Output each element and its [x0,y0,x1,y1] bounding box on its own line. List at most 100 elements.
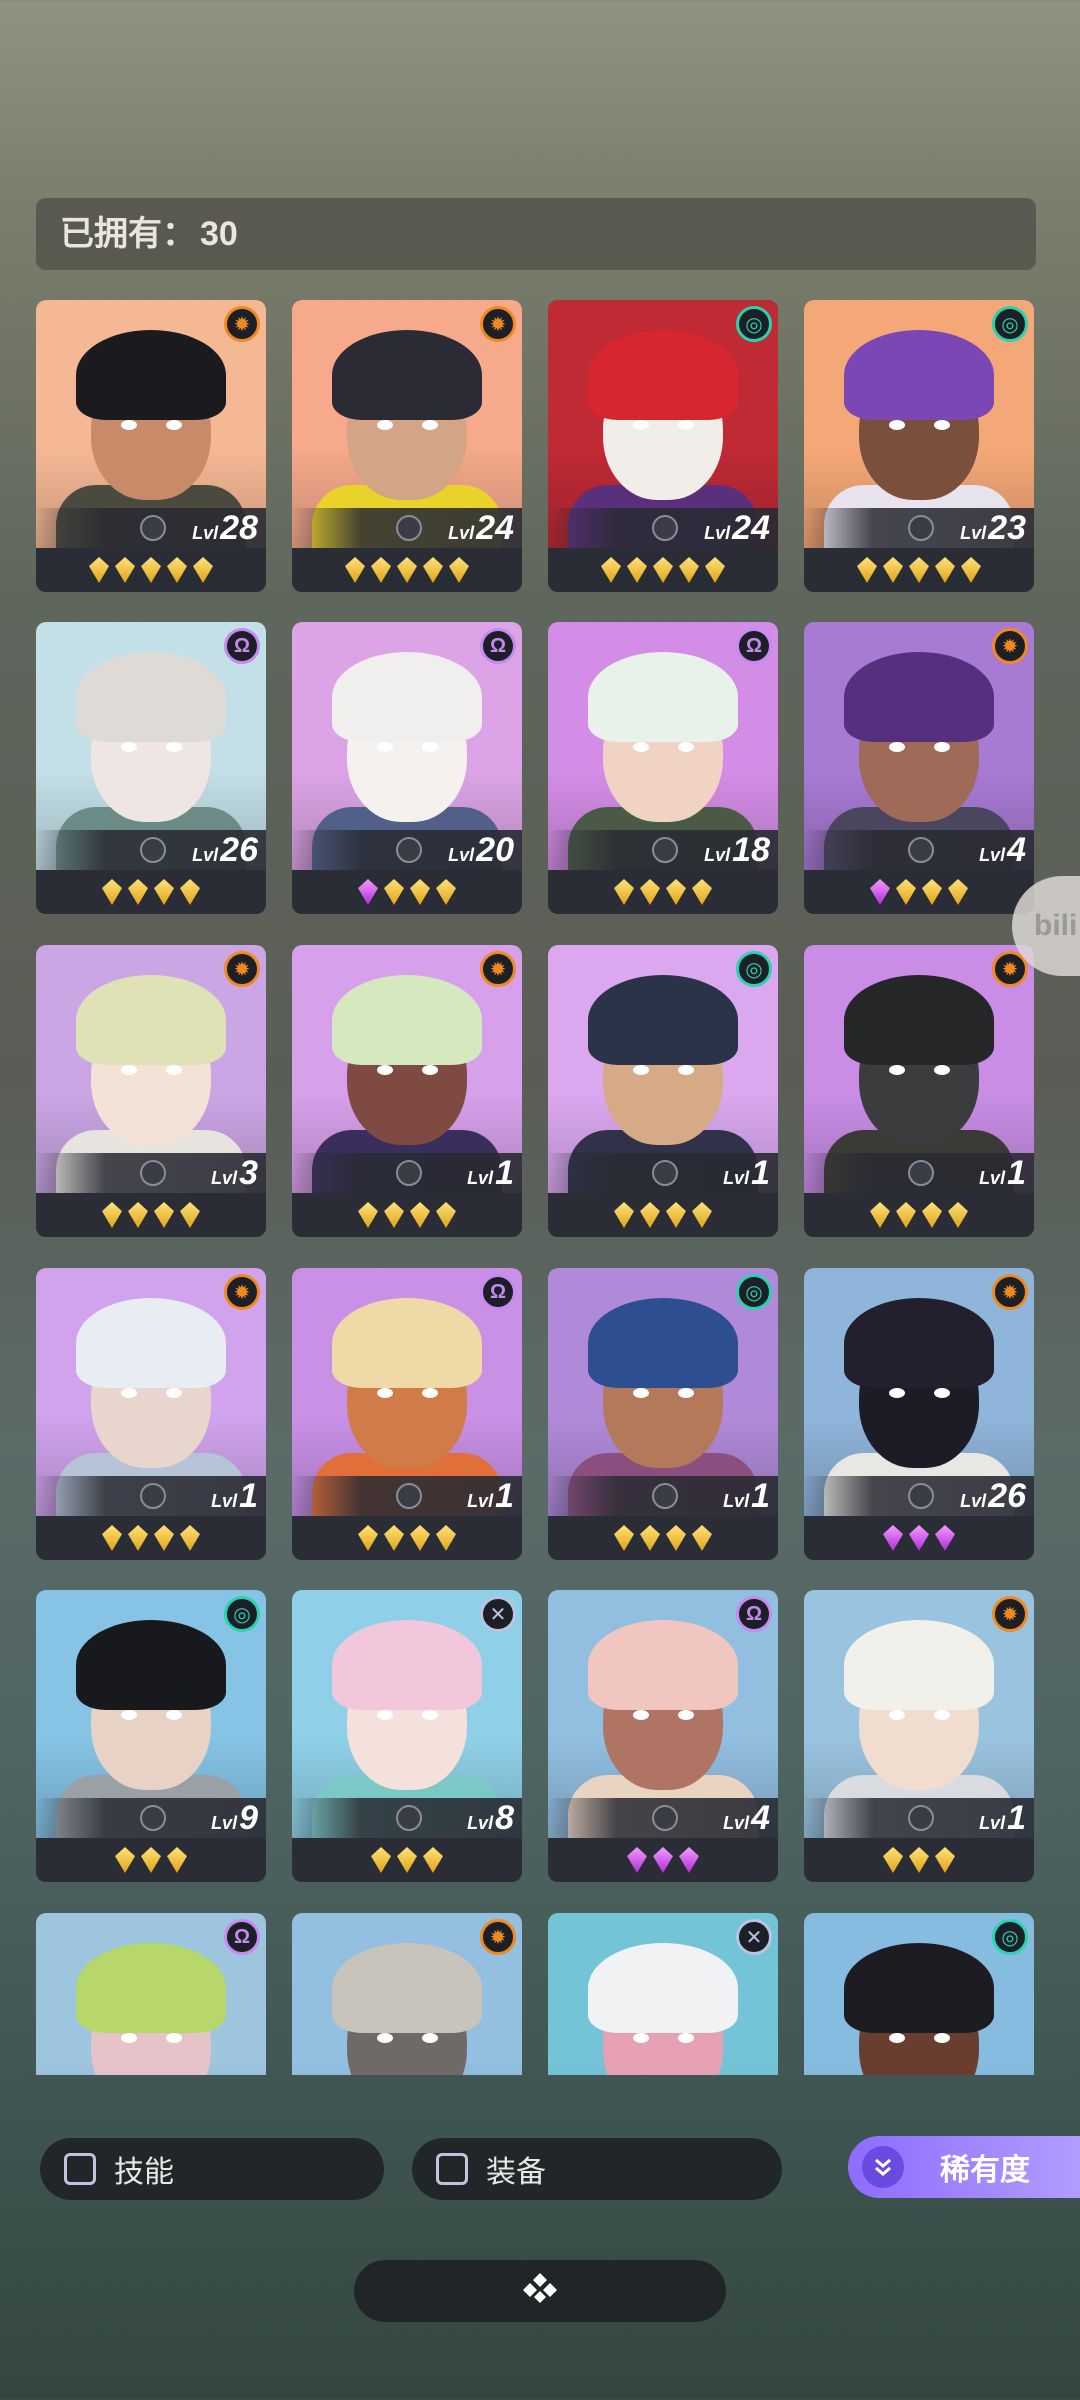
purple-star-gem-icon [358,879,378,905]
expand-button[interactable] [354,2260,726,2322]
gold-star-gem-icon [705,557,725,583]
hero-card[interactable]: ◎ [804,1913,1034,2075]
owned-count: 30 [200,215,238,253]
hero-card[interactable]: ✹ [292,1913,522,2075]
hero-level: Lvl1 [979,1154,1026,1192]
owned-count-bar: 已拥有： 30 [36,198,1036,270]
star-rating [292,1193,522,1237]
star-rating [36,870,266,914]
hero-card[interactable]: ◎ Lvl23 [804,300,1034,592]
star-rating [804,1193,1034,1237]
gold-star-gem-icon [128,879,148,905]
hero-card[interactable]: ✹ Lvl1 [804,1590,1034,1882]
sun-element-icon: ✹ [992,1274,1028,1310]
hero-card[interactable]: Ω Lvl20 [292,622,522,914]
hero-card[interactable]: Ω Lvl18 [548,622,778,914]
cross-element-icon: ✕ [736,1919,772,1955]
sun-element-icon: ✹ [992,1596,1028,1632]
gold-star-gem-icon [935,557,955,583]
purple-star-gem-icon [679,1847,699,1873]
star-rating [292,548,522,592]
hero-card[interactable]: ◎ Lvl1 [548,1268,778,1560]
gold-star-gem-icon [436,879,456,905]
level-progress-icon [908,515,934,541]
hero-level: Lvl1 [211,1477,258,1515]
hero-card[interactable]: Ω Lvl26 [36,622,266,914]
gold-star-gem-icon [180,1525,200,1551]
level-row: Lvl1 [548,1153,778,1193]
gold-star-gem-icon [627,557,647,583]
level-row: Lvl26 [804,1476,1034,1516]
hero-card[interactable]: ◎ Lvl9 [36,1590,266,1882]
hero-card[interactable]: ✹ Lvl1 [804,945,1034,1237]
star-rating [36,548,266,592]
gold-star-gem-icon [89,557,109,583]
hero-card[interactable]: Ω [36,1913,266,2075]
star-rating [548,1838,778,1882]
gold-star-gem-icon [857,557,877,583]
hero-card[interactable]: ✹ Lvl1 [292,945,522,1237]
hero-level: Lvl1 [467,1154,514,1192]
gold-star-gem-icon [883,1847,903,1873]
hero-level: Lvl1 [723,1154,770,1192]
rarity-sort-button[interactable]: 稀有度 [848,2136,1080,2198]
purple-star-gem-icon [883,1525,903,1551]
omega-element-icon: Ω [736,628,772,664]
chevron-double-down-icon [862,2146,904,2188]
hero-card[interactable]: ✹ Lvl4 [804,622,1034,914]
gold-star-gem-icon [154,1525,174,1551]
owned-label: 已拥有： [60,215,196,253]
omega-element-icon: Ω [480,628,516,664]
gold-star-gem-icon [141,557,161,583]
hero-card[interactable]: ✹ Lvl24 [292,300,522,592]
rarity-label: 稀有度 [940,2154,1030,2187]
gold-star-gem-icon [167,557,187,583]
hero-card[interactable]: Ω Lvl4 [548,1590,778,1882]
star-rating [292,1838,522,1882]
star-rating [548,1193,778,1237]
gold-star-gem-icon [102,1202,122,1228]
gold-star-gem-icon [640,1525,660,1551]
hero-card[interactable]: ◎ Lvl1 [548,945,778,1237]
diamond-cluster-icon [520,2271,560,2311]
hero-card[interactable]: ✹ Lvl3 [36,945,266,1237]
sun-element-icon: ✹ [224,306,260,342]
star-rating [36,1516,266,1560]
hero-card[interactable]: ◎ Lvl24 [548,300,778,592]
gold-star-gem-icon [345,557,365,583]
hero-level: Lvl24 [704,509,770,547]
equip-filter[interactable]: 装备 [412,2138,782,2200]
gold-star-gem-icon [141,1847,161,1873]
level-row: Lvl1 [292,1476,522,1516]
level-progress-icon [140,1483,166,1509]
hero-card[interactable]: ✹ Lvl28 [36,300,266,592]
hero-level: Lvl28 [192,509,258,547]
sun-element-icon: ✹ [480,1919,516,1955]
gold-star-gem-icon [922,1202,942,1228]
hero-card[interactable]: Ω Lvl1 [292,1268,522,1560]
gold-star-gem-icon [883,557,903,583]
gold-star-gem-icon [371,557,391,583]
hero-level: Lvl3 [211,1154,258,1192]
equip-checkbox[interactable] [436,2153,468,2185]
skill-checkbox[interactable] [64,2153,96,2185]
hero-card[interactable]: ✹ Lvl1 [36,1268,266,1560]
hero-card[interactable]: ✹ Lvl26 [804,1268,1034,1560]
gold-star-gem-icon [384,879,404,905]
hero-level: Lvl4 [723,1799,770,1837]
gold-star-gem-icon [115,1847,135,1873]
hero-level: Lvl26 [960,1477,1026,1515]
purple-star-gem-icon [870,879,890,905]
hero-level: Lvl8 [467,1799,514,1837]
gold-star-gem-icon [436,1202,456,1228]
hero-grid: ✹ Lvl28 ✹ Lvl24 ◎ Lvl24 ◎ Lvl23 Ω Lvl26 Ω Lvl20 Ω Lvl… [36,300,1036,2075]
hero-card[interactable]: ✕ [548,1913,778,2075]
gold-star-gem-icon [896,879,916,905]
level-progress-icon [140,1160,166,1186]
gold-star-gem-icon [961,557,981,583]
hero-level: Lvl4 [979,831,1026,869]
skill-filter[interactable]: 技能 [40,2138,384,2200]
purple-star-gem-icon [627,1847,647,1873]
hero-card[interactable]: ✕ Lvl8 [292,1590,522,1882]
gold-star-gem-icon [128,1525,148,1551]
